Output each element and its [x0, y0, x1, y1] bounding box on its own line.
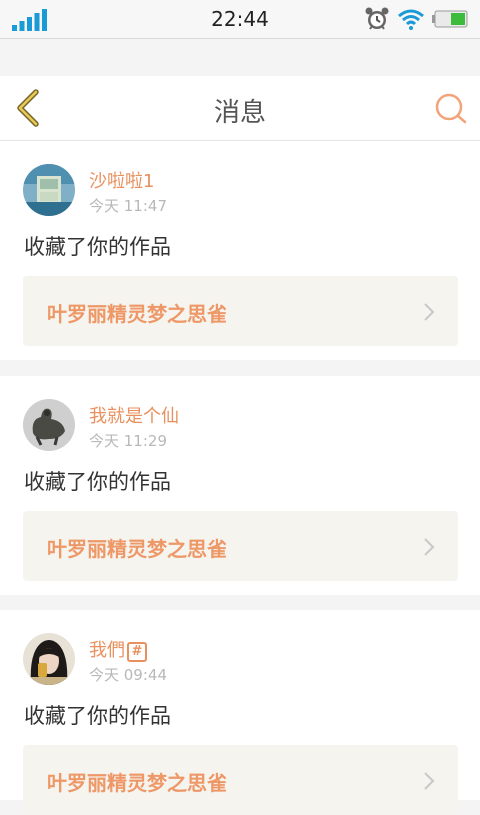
chevron-right-icon [424, 538, 435, 556]
message-card[interactable]: 沙啦啦1 今天 11:47 收藏了你的作品 叶罗丽精灵梦之思雀 [0, 141, 480, 360]
message-card[interactable]: 我們 # 今天 09:44 收藏了你的作品 叶罗丽精灵梦之思雀 [0, 610, 480, 815]
username[interactable]: 我就是个仙 [89, 402, 179, 428]
timestamp: 今天 11:47 [89, 197, 167, 215]
work-title: 叶罗丽精灵梦之思雀 [47, 302, 227, 326]
avatar[interactable] [23, 399, 75, 451]
work-link[interactable]: 叶罗丽精灵梦之思雀 [23, 276, 458, 346]
action-text: 收藏了你的作品 [24, 235, 171, 259]
timestamp: 今天 11:29 [89, 432, 167, 450]
chevron-right-icon [424, 772, 435, 790]
username[interactable]: 我們 # [89, 636, 147, 662]
avatar[interactable] [23, 633, 75, 685]
search-icon[interactable] [434, 92, 468, 126]
battery-icon [432, 10, 468, 28]
action-text: 收藏了你的作品 [24, 704, 171, 728]
top-spacer [0, 39, 480, 76]
action-text: 收藏了你的作品 [24, 470, 171, 494]
timestamp: 今天 09:44 [89, 666, 167, 684]
page-title: 消息 [213, 98, 266, 128]
work-title: 叶罗丽精灵梦之思雀 [47, 537, 227, 561]
message-card[interactable]: 我就是个仙 今天 11:29 收藏了你的作品 叶罗丽精灵梦之思雀 [0, 376, 480, 595]
username[interactable]: 沙啦啦1 [89, 167, 154, 193]
username-badge: # [127, 642, 147, 662]
work-link[interactable]: 叶罗丽精灵梦之思雀 [23, 745, 458, 815]
chevron-right-icon [424, 303, 435, 321]
page-header: 消息 [0, 76, 480, 141]
work-title: 叶罗丽精灵梦之思雀 [47, 771, 227, 795]
alarm-icon [365, 7, 389, 30]
wifi-icon [398, 9, 424, 30]
status-bar: 22:44 [0, 0, 480, 39]
work-link[interactable]: 叶罗丽精灵梦之思雀 [23, 511, 458, 581]
avatar[interactable] [23, 164, 75, 216]
